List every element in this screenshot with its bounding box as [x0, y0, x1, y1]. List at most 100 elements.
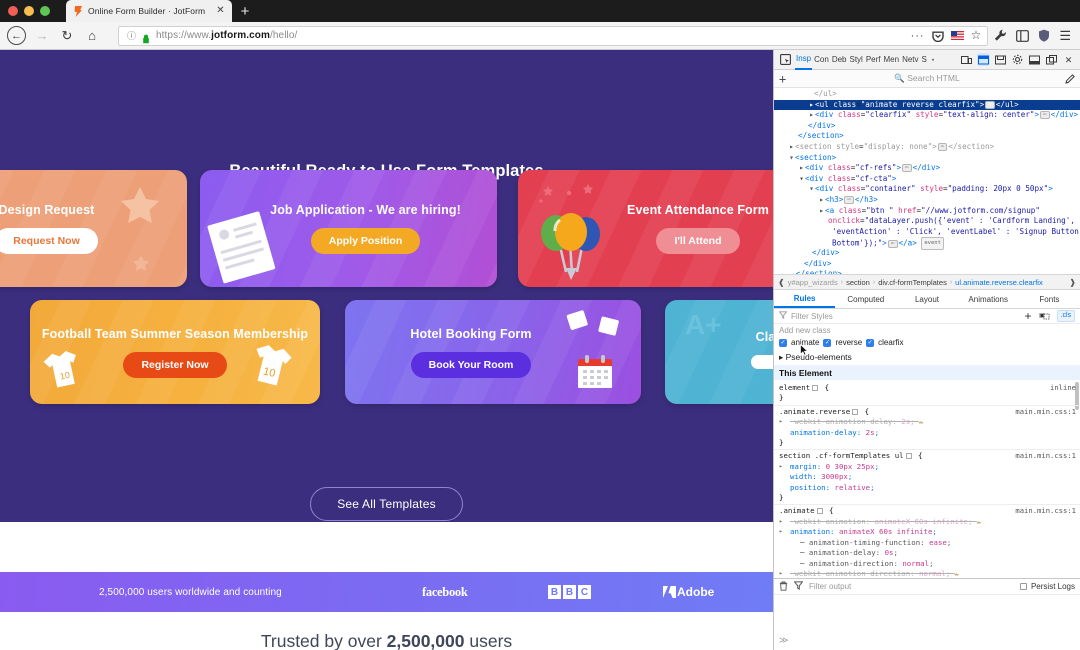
breadcrumb-item-2[interactable]: div.cf-formTemplates: [878, 278, 947, 287]
search-html-input[interactable]: 🔍 Search HTML: [774, 73, 1080, 84]
card-cta-button[interactable]: Book Your Room: [410, 351, 532, 378]
css-selector[interactable]: .animate.reverse: [779, 407, 850, 416]
edit-pencil-icon[interactable]: [1065, 69, 1075, 88]
breadcrumb[interactable]: ❰ y#app_wizards › section › div.cf-formT…: [774, 274, 1080, 290]
minimize-window-button[interactable]: [24, 6, 34, 16]
css-selector[interactable]: .animate: [779, 506, 815, 515]
card-cta-button[interactable]: Register Now: [123, 351, 227, 378]
css-rule-element[interactable]: element { inline }: [774, 382, 1080, 405]
breadcrumb-scroll-right-icon[interactable]: ❱: [1069, 278, 1076, 287]
html-line[interactable]: ▾<div class="container" style="padding: …: [774, 184, 1080, 195]
devtools-tab-memory[interactable]: Men: [883, 51, 901, 69]
html-line[interactable]: ▸<a class="btn " href="//www.jotform.com…: [774, 206, 1080, 217]
wrench-icon[interactable]: [994, 29, 1007, 42]
template-card-design-request[interactable]: Design Request Request Now: [0, 170, 187, 287]
html-tree-view[interactable]: </ul> ▸<ul class="animate reverse clearf…: [774, 88, 1080, 274]
tab-layout[interactable]: Layout: [896, 290, 957, 308]
template-card-job-application[interactable]: Job Application - We are hiring! Apply P…: [200, 170, 497, 287]
site-info-icon[interactable]: ⓘ: [127, 29, 136, 42]
css-declaration[interactable]: ▸ margin: 0 30px 25px;: [779, 462, 1075, 472]
breadcrumb-scroll-left-icon[interactable]: ❰: [778, 278, 785, 287]
tab-animations[interactable]: Animations: [958, 290, 1019, 308]
responsive-design-mode-icon[interactable]: [960, 53, 973, 66]
persist-logs-toggle[interactable]: Persist Logs: [1019, 582, 1075, 591]
address-bar[interactable]: ⓘ https://www.jotform.com/hello/ ··· ☆: [118, 25, 989, 46]
filter-styles-input[interactable]: Filter Styles: [791, 312, 833, 321]
add-rule-button[interactable]: +: [1024, 310, 1031, 322]
html-line[interactable]: ▸<div class="cf-refs"> ⋯ </div>: [774, 163, 1080, 174]
template-card-event-attendance[interactable]: Event Attendance Form I'll Attend: [518, 170, 773, 287]
html-line[interactable]: Bottom'});"> ⋯ </a> event: [774, 237, 1080, 250]
tab-fonts[interactable]: Fonts: [1019, 290, 1080, 308]
css-source[interactable]: main.min.css:1: [1015, 506, 1076, 516]
trash-icon[interactable]: [779, 581, 788, 593]
html-line[interactable]: ▾<section>: [774, 153, 1080, 164]
css-rules-view[interactable]: element { inline } .animate.reverse { ma…: [774, 380, 1080, 578]
css-rule-formtemplates-ul[interactable]: section .cf-formTemplates ul { main.min.…: [774, 449, 1080, 504]
html-line[interactable]: ▸<h3> ⋯ </h3>: [774, 195, 1080, 206]
pocket-icon[interactable]: [931, 30, 944, 42]
css-rule-animate-reverse[interactable]: .animate.reverse { main.min.css:1 ▸ -webk…: [774, 404, 1080, 450]
new-tab-button[interactable]: +: [232, 2, 259, 22]
css-selector[interactable]: section .cf-formTemplates ul: [779, 451, 904, 460]
dock-separate-window-icon[interactable]: [1045, 53, 1058, 66]
html-line[interactable]: </div>: [774, 121, 1080, 132]
card-cta-button[interactable]: I'll Attend: [656, 228, 740, 254]
devtools-tab-storage[interactable]: S: [921, 51, 928, 69]
breadcrumb-item-3[interactable]: ul.animate.reverse.clearfix: [955, 278, 1043, 287]
css-selector[interactable]: element: [779, 383, 810, 392]
persist-logs-checkbox[interactable]: [1019, 583, 1027, 590]
devtools-tab-console[interactable]: Con: [813, 51, 830, 69]
html-line[interactable]: ▸<div class="clearfix" style="text-align…: [774, 110, 1080, 121]
devtools-tab-list[interactable]: Insp Con Deb Styl Perf Men Netv S ▾: [795, 50, 937, 70]
breadcrumb-item-0[interactable]: y#app_wizards: [788, 278, 838, 287]
css-declaration-sub[interactable]: ─ animation-timing-function: ease;: [779, 538, 1075, 548]
html-line[interactable]: ▾<div class="cf-cta">: [774, 174, 1080, 185]
window-controls[interactable]: [8, 6, 50, 16]
template-card-hotel-booking[interactable]: Hotel Booking Form Book Your Room: [345, 300, 641, 404]
browser-tab[interactable]: Online Form Builder · JotForm ✕: [66, 0, 232, 22]
us-flag-icon[interactable]: [950, 31, 964, 40]
css-declaration[interactable]: ▸ -webkit-animation-delay: 2s; ⚠: [779, 417, 1075, 427]
console-filter-input[interactable]: Filter output: [809, 582, 851, 591]
html-line[interactable]: ▸<section style="display: none"> ⋯ </secti…: [774, 142, 1080, 153]
home-button[interactable]: ⌂: [80, 24, 104, 48]
html-line[interactable]: 'eventAction' : 'Click', 'eventLabel' : …: [774, 227, 1080, 238]
devtools-tab-debugger[interactable]: Deb: [831, 51, 848, 69]
chevron-down-icon[interactable]: ▾: [929, 56, 937, 64]
css-declaration[interactable]: ▸ -webkit-animation-direction: normal; ⚠: [779, 569, 1075, 578]
back-button[interactable]: ←: [7, 26, 26, 45]
css-declaration-sub[interactable]: ─ animation-delay: 0s;: [779, 548, 1075, 558]
tab-computed[interactable]: Computed: [835, 290, 896, 308]
css-declaration[interactable]: width: 3000px;: [779, 472, 1075, 482]
css-rule-animate[interactable]: .animate { main.min.css:1 ▸ -webkit-anima…: [774, 504, 1080, 578]
css-declaration[interactable]: ▸ animation: animateX 60s infinite;: [779, 527, 1075, 537]
html-line[interactable]: </section>: [774, 131, 1080, 142]
breadcrumb-item-1[interactable]: section: [846, 278, 870, 287]
html-line[interactable]: </div>: [774, 259, 1080, 270]
dock-bottom-icon[interactable]: [1028, 53, 1041, 66]
style-panel-tabs[interactable]: Rules Computed Layout Animations Fonts: [774, 290, 1080, 309]
close-devtools-icon[interactable]: ✕: [1062, 53, 1075, 66]
devtools-tab-inspector[interactable]: Insp: [795, 50, 813, 70]
pseudo-elements-toggle[interactable]: ▸ Pseudo-elements: [774, 350, 1080, 365]
class-checkbox-clearfix[interactable]: ✓: [866, 338, 875, 347]
screenshot-icon[interactable]: [994, 53, 1007, 66]
html-line[interactable]: </ul>: [774, 89, 1080, 100]
devtools-tab-performance[interactable]: Perf: [865, 51, 882, 69]
cls-toggle-button[interactable]: .cls: [1056, 310, 1075, 322]
card-cta-button[interactable]: Request Now: [0, 228, 98, 254]
css-declaration[interactable]: position: relative;: [779, 483, 1075, 493]
card-cta-button[interactable]: Apply Position: [310, 228, 421, 254]
page-actions-icon[interactable]: ···: [911, 30, 925, 41]
toggle-print-media-icon[interactable]: ▣: [1039, 311, 1050, 322]
html-line[interactable]: onclick="dataLayer.push({'event' : 'Card…: [774, 216, 1080, 227]
css-declaration[interactable]: ▸ -webkit-animation: animateX 60s infinit…: [779, 517, 1075, 527]
devtools-tab-network[interactable]: Netv: [901, 51, 919, 69]
bookmark-star-icon[interactable]: ☆: [971, 29, 982, 41]
template-card-football-membership[interactable]: 10 10 Football Team Summer Season Member…: [30, 300, 320, 404]
sidebar-icon[interactable]: [1016, 29, 1030, 42]
add-new-class-input[interactable]: Add new class: [774, 324, 1080, 337]
menu-icon[interactable]: ☰: [1059, 29, 1071, 42]
shield-icon[interactable]: [1038, 29, 1050, 42]
